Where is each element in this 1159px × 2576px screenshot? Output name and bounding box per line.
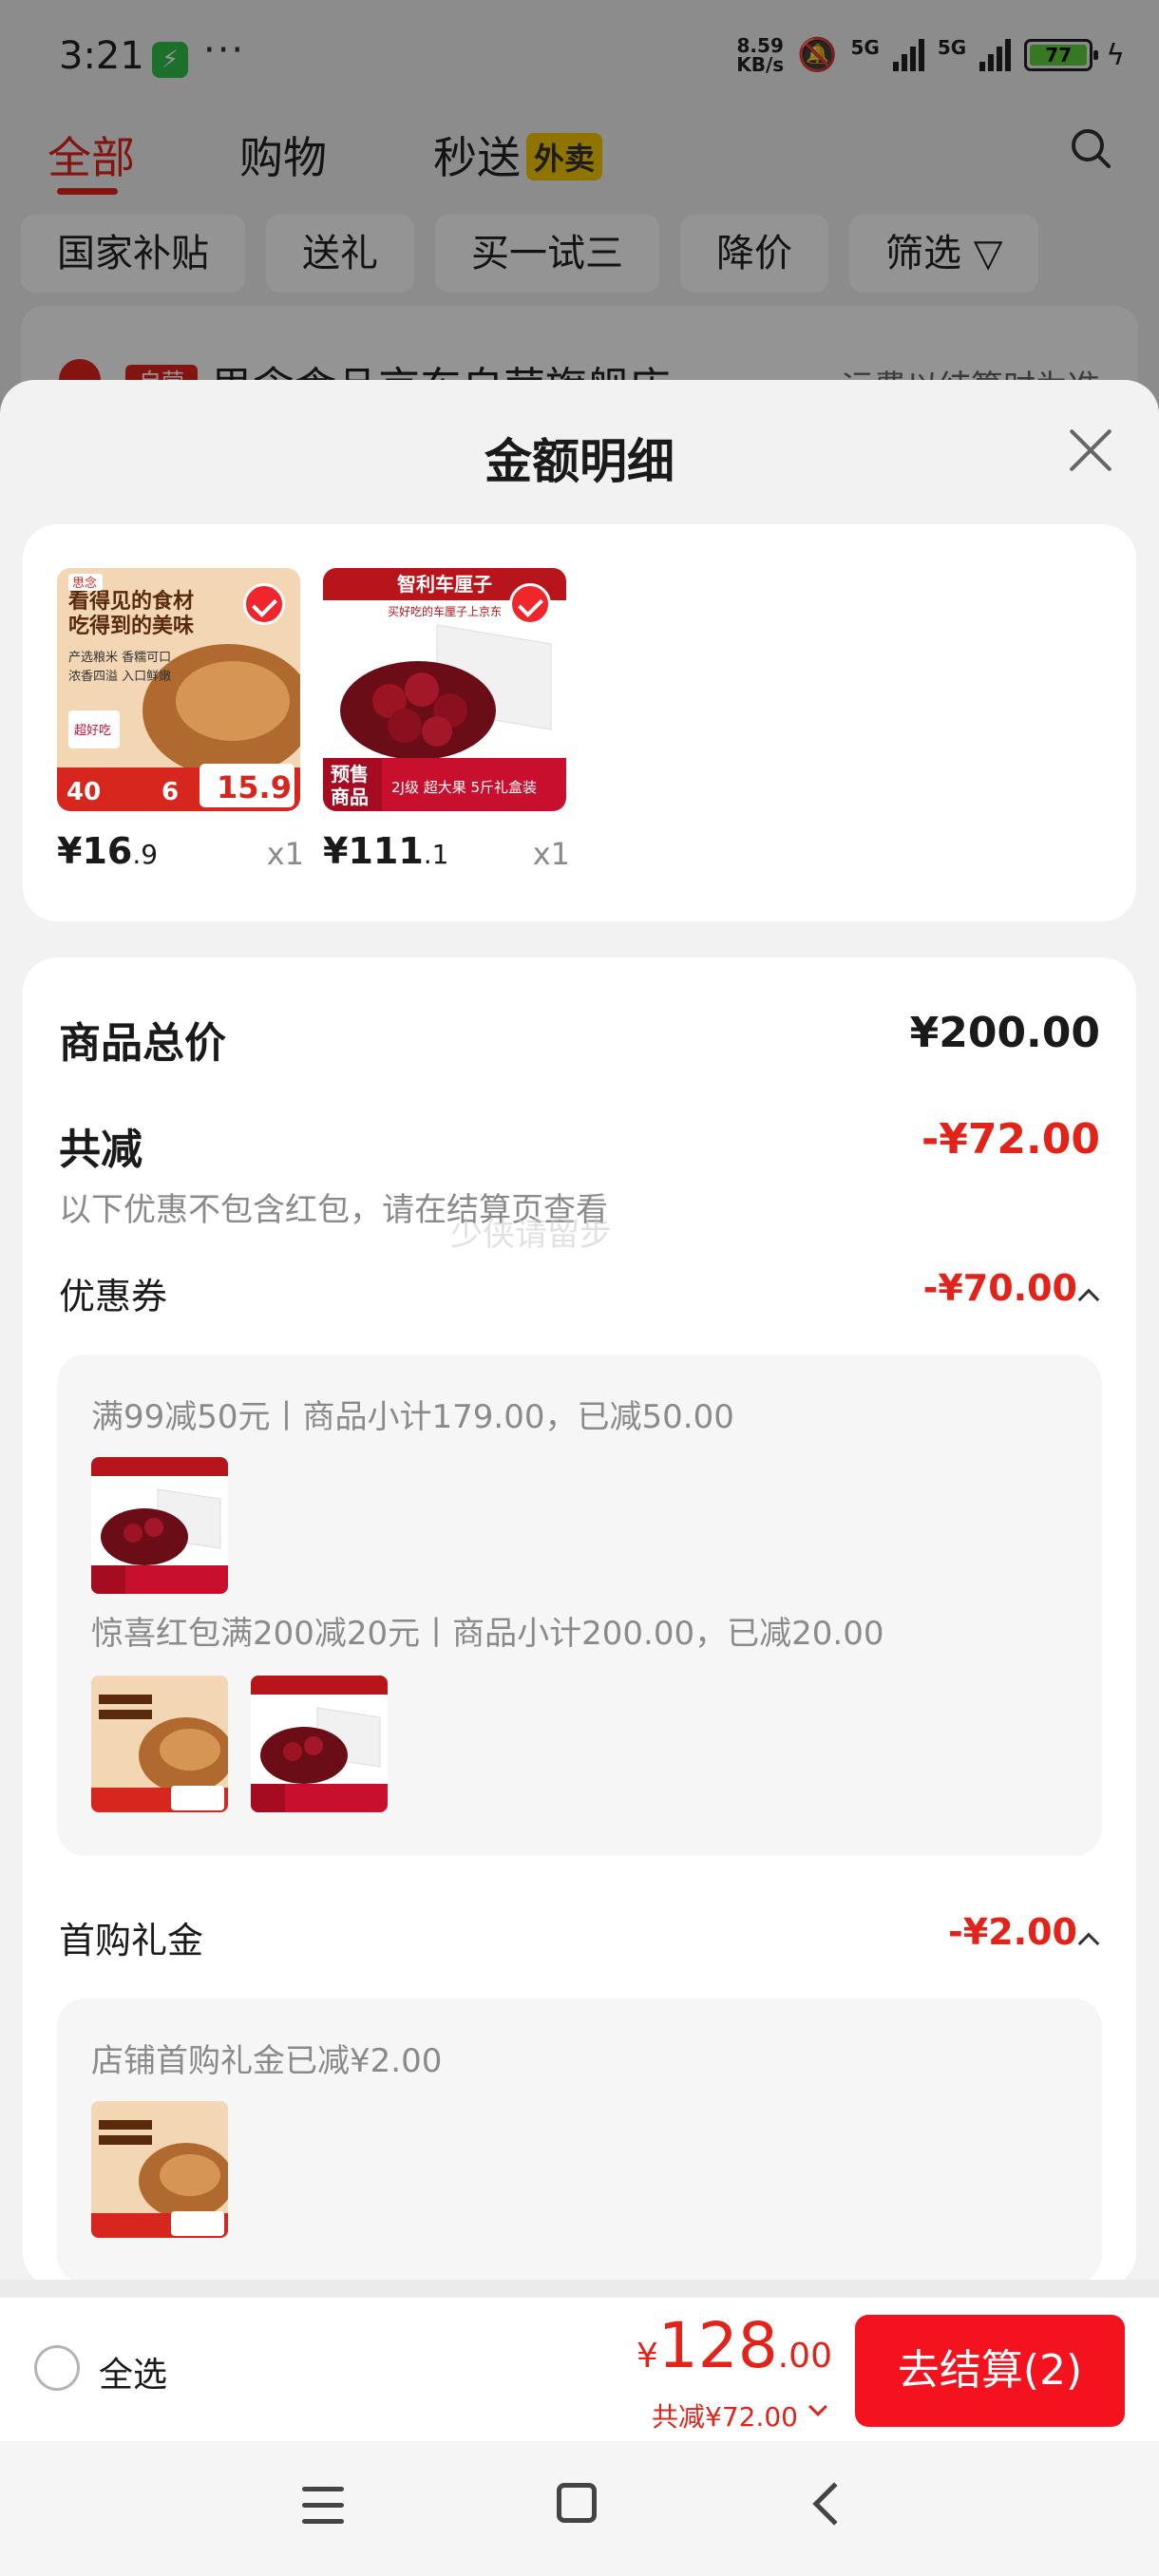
total-amount: ¥128.00	[636, 2309, 832, 2382]
cherry-thumb-art	[91, 1457, 228, 1594]
product-price: ¥111.1	[323, 830, 448, 872]
svg-text:2J级 超大果 5斤礼盒装: 2J级 超大果 5斤礼盒装	[391, 779, 537, 796]
back-icon[interactable]	[812, 2482, 856, 2526]
dim-overlay[interactable]	[0, 0, 1159, 437]
dumpling-thumb-art	[91, 1676, 228, 1812]
cherry-thumbnail	[91, 1457, 228, 1594]
system-navigation-bar	[0, 2441, 1159, 2576]
coupon-label: 优惠券	[59, 1276, 168, 1317]
svg-text:产选粮米 香糯可口: 产选粮米 香糯可口	[68, 651, 171, 665]
svg-text:智利车厘子: 智利车厘子	[397, 573, 492, 596]
svg-text:6: 6	[162, 778, 179, 806]
product-quantity: x1	[266, 836, 304, 872]
background-page: 3:21 ⚡ ··· 8.59 KB/s 🔕 5G 5G 77 ϟ 全部 购物 …	[0, 0, 1159, 437]
price-decimal: .1	[423, 839, 449, 870]
collapse-chevron-icon[interactable]	[1077, 1288, 1100, 1311]
first-purchase-gift-label: 首购礼金	[59, 1920, 204, 1961]
coupon-value[interactable]: -¥70.00	[923, 1267, 1077, 1309]
total-integer: 128	[657, 2309, 778, 2382]
gift-rule: 店铺首购礼金已减¥2.00	[91, 2042, 443, 2080]
total-price-label: 商品总价	[59, 1019, 226, 1068]
gift-detail-box: 店铺首购礼金已减¥2.00	[57, 1998, 1102, 2280]
amount-detail-sheet: 金额明细 看得见的食材 吃得到的美味 产选粮米 香糯可口 浓香四溢 入口鲜嫩 超…	[0, 380, 1159, 2280]
product-price: ¥16.9	[57, 830, 158, 872]
svg-text:吃得到的美味: 吃得到的美味	[68, 614, 194, 638]
product-item-dumpling[interactable]: 看得见的食材 吃得到的美味 产选粮米 香糯可口 浓香四溢 入口鲜嫩 超好吃 40…	[57, 568, 304, 872]
product-image-cherry: 智利车厘子 买好吃的车厘子上京东 预售 商品 2J级 超大果 5斤礼盒装	[323, 568, 566, 811]
recent-apps-icon[interactable]	[302, 2487, 344, 2525]
cherry-thumbnail	[251, 1676, 388, 1812]
collapse-chevron-icon[interactable]	[1077, 1932, 1100, 1955]
svg-text:预售: 预售	[331, 763, 369, 786]
svg-text:浓香四溢 入口鲜嫩: 浓香四溢 入口鲜嫩	[68, 670, 171, 684]
chevron-down-icon[interactable]	[808, 2397, 827, 2416]
coupon-rule-1: 满99减50元丨商品小计179.00，已减50.00	[91, 1398, 734, 1436]
product-item-cherry[interactable]: 智利车厘子 买好吃的车厘子上京东 预售 商品 2J级 超大果 5斤礼盒装 ¥11…	[323, 568, 570, 872]
coupon-detail-box: 满99减50元丨商品小计179.00，已减50.00 惊喜红包满200减20元丨…	[57, 1354, 1102, 1856]
price-integer: ¥111	[323, 830, 424, 872]
close-button[interactable]	[1066, 426, 1115, 475]
first-purchase-gift-value[interactable]: -¥2.00	[948, 1911, 1077, 1953]
select-all-label[interactable]: 全选	[99, 2347, 167, 2396]
total-cents: .00	[777, 2337, 832, 2376]
total-yen: ¥	[636, 2337, 658, 2376]
selected-check-icon[interactable]	[243, 583, 285, 625]
svg-text:40: 40	[66, 778, 101, 806]
dumpling-thumbnail	[91, 2101, 228, 2238]
product-quantity: x1	[532, 836, 570, 872]
checkout-bar: 全选 ¥128.00 共减¥72.00 去结算(2)	[0, 2297, 1159, 2441]
home-icon[interactable]	[557, 2483, 597, 2523]
selected-check-icon[interactable]	[509, 583, 551, 625]
watermark: 少侠请留步	[450, 1216, 612, 1254]
price-integer: ¥16	[57, 830, 133, 872]
dumpling-thumbnail	[91, 1676, 228, 1812]
checkout-button[interactable]: 去结算(2)	[855, 2315, 1125, 2427]
product-image-dumpling: 看得见的食材 吃得到的美味 产选粮米 香糯可口 浓香四溢 入口鲜嫩 超好吃 40…	[57, 568, 300, 811]
products-card: 看得见的食材 吃得到的美味 产选粮米 香糯可口 浓香四溢 入口鲜嫩 超好吃 40…	[23, 524, 1136, 921]
coupon-rule-2: 惊喜红包满200减20元丨商品小计200.00，已减20.00	[91, 1615, 884, 1653]
total-price-value: ¥200.00	[909, 1009, 1100, 1057]
svg-text:商品: 商品	[331, 786, 369, 808]
svg-text:买好吃的车厘子上京东: 买好吃的车厘子上京东	[388, 604, 502, 618]
total-reduction-value: -¥72.00	[921, 1115, 1100, 1164]
sheet-title: 金额明细	[484, 434, 674, 489]
price-decimal: .9	[132, 839, 159, 870]
svg-text:看得见的食材: 看得见的食材	[68, 589, 194, 614]
svg-text:15.9: 15.9	[217, 769, 292, 805]
svg-text:思念: 思念	[72, 576, 97, 591]
svg-text:超好吃: 超好吃	[74, 723, 111, 738]
price-detail-card: 商品总价 ¥200.00 共减 -¥72.00 以下优惠不包含红包，请在结算页查…	[23, 957, 1136, 2280]
select-all-radio[interactable]	[34, 2345, 80, 2391]
cherry-thumb-art-2	[251, 1676, 388, 1812]
total-reduction-summary[interactable]: 共减¥72.00	[652, 2396, 798, 2434]
dumpling-thumb-art-2	[91, 2101, 228, 2238]
total-reduction-label: 共减	[59, 1126, 142, 1174]
